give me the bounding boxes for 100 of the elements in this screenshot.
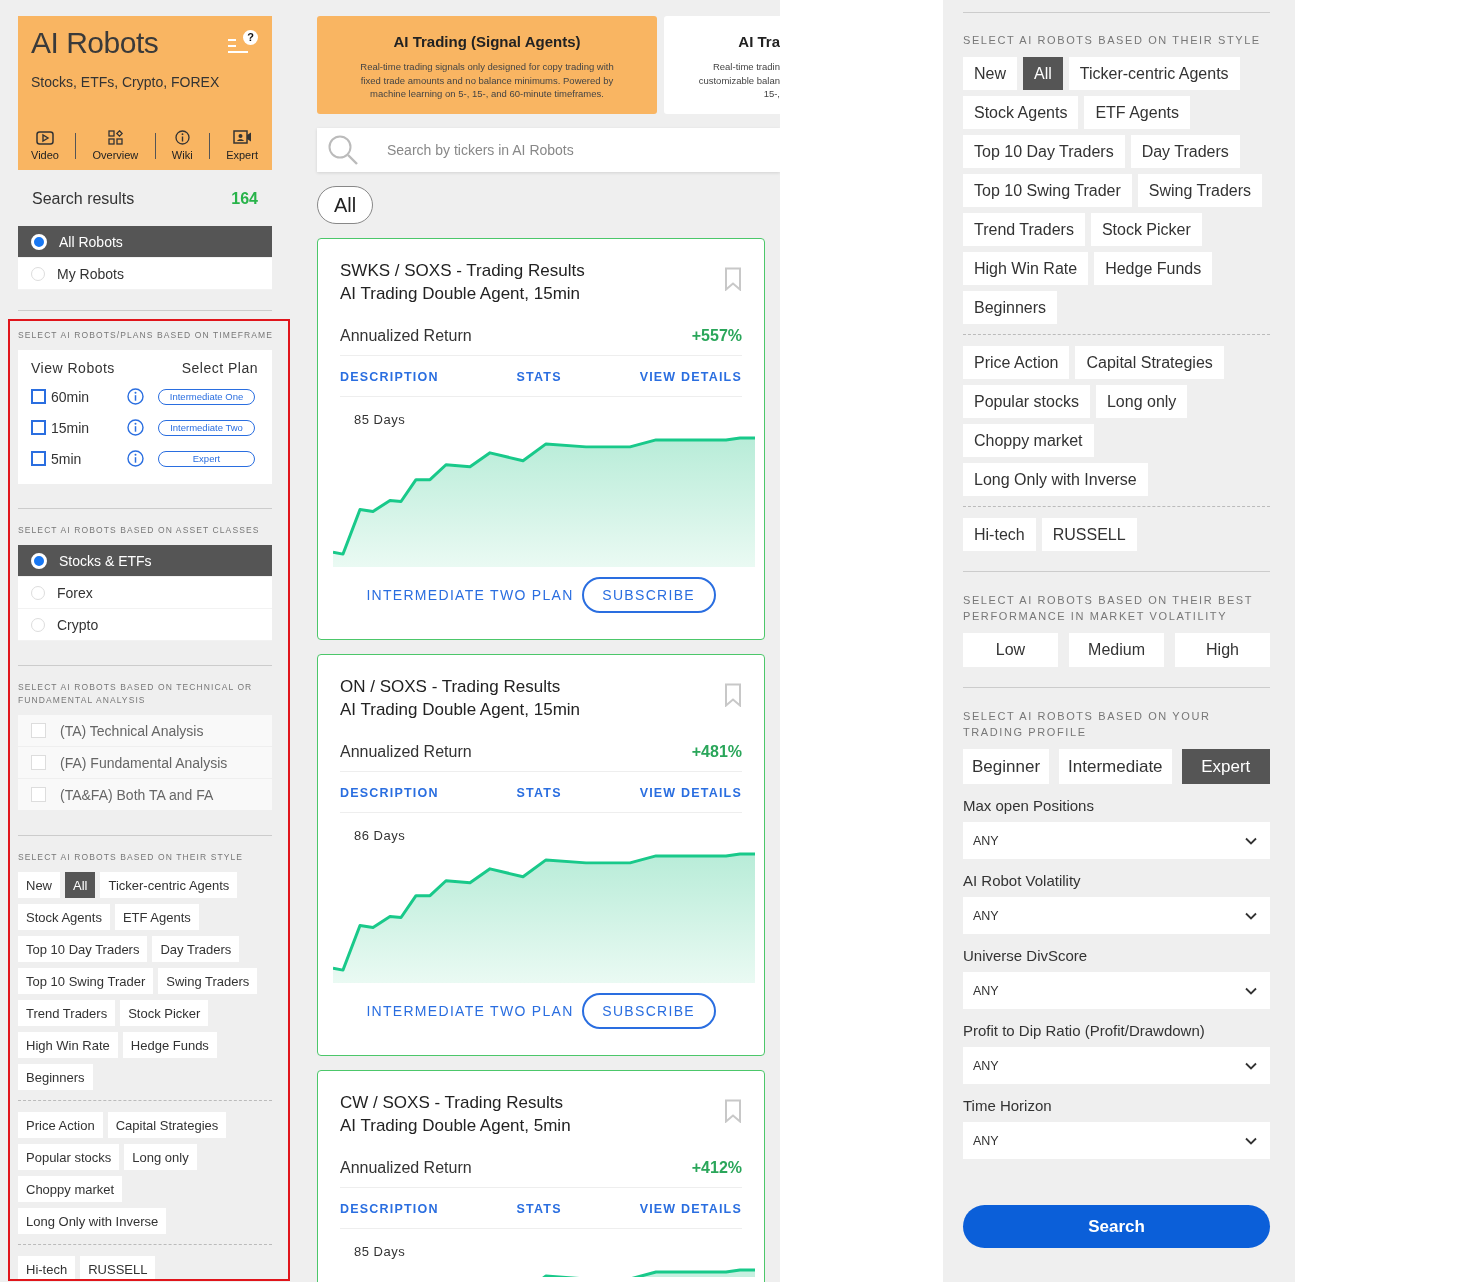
style-chip[interactable]: Swing Traders: [158, 968, 258, 994]
style-chip[interactable]: Day Traders: [1130, 135, 1240, 168]
radio-option[interactable]: Forex: [18, 577, 272, 609]
style-chip[interactable]: ETF Agents: [114, 904, 199, 930]
nav-button[interactable]: Wiki: [171, 130, 193, 161]
search-input[interactable]: Search by tickers in AI Robots: [385, 141, 780, 159]
volatility-option[interactable]: Medium: [1069, 633, 1164, 667]
style-chip[interactable]: Capital Strategies: [1075, 346, 1224, 379]
filter-pill[interactable]: All: [317, 186, 373, 224]
subscribe-button[interactable]: SUBSCRIBE: [581, 577, 716, 613]
style-chip[interactable]: Hedge Funds: [1094, 252, 1213, 285]
field-label: AI Robot Volatility: [963, 872, 1082, 889]
style-chip[interactable]: Long Only with Inverse: [18, 1208, 167, 1234]
radio-option[interactable]: My Robots: [18, 258, 272, 290]
style-chip[interactable]: Day Traders: [152, 936, 240, 962]
style-chip[interactable]: Choppy market: [963, 424, 1094, 457]
volatility-option[interactable]: Low: [963, 633, 1058, 667]
card-tab[interactable]: VIEW DETAILS: [639, 370, 742, 384]
radio-option[interactable]: Crypto: [18, 609, 272, 641]
search-button[interactable]: Search: [963, 1205, 1270, 1248]
dropdown-field[interactable]: ANY: [963, 1122, 1270, 1159]
style-chip[interactable]: Stock Agents: [18, 904, 110, 930]
style-chip[interactable]: Capital Strategies: [107, 1112, 227, 1138]
style-chip[interactable]: Popular stocks: [963, 385, 1090, 418]
style-chip[interactable]: Choppy market: [18, 1176, 123, 1202]
plan-button[interactable]: Intermediate Two: [158, 419, 255, 436]
style-chip[interactable]: Beginners: [963, 291, 1058, 324]
subscribe-button[interactable]: SUBSCRIBE: [581, 993, 716, 1029]
dropdown-field[interactable]: ANY: [963, 897, 1270, 934]
volatility-option[interactable]: High: [1175, 633, 1270, 667]
checkbox[interactable]: [31, 389, 46, 404]
style-chip[interactable]: Top 10 Swing Trader: [18, 968, 154, 994]
style-chip[interactable]: Ticker-centric Agents: [100, 872, 238, 898]
nav-button[interactable]: Overview: [92, 130, 139, 161]
nav-button[interactable]: Video: [31, 130, 59, 161]
radio-option[interactable]: All Robots: [18, 226, 272, 258]
style-chip[interactable]: ETF Agents: [1084, 96, 1190, 129]
style-chip[interactable]: Swing Traders: [1137, 174, 1262, 207]
nav-button[interactable]: Expert: [226, 130, 258, 161]
search-field[interactable]: Search by tickers in AI Robots: [317, 128, 780, 172]
style-chip[interactable]: Price Action: [963, 346, 1070, 379]
card-tab[interactable]: DESCRIPTION: [340, 786, 439, 800]
style-chip[interactable]: Long Only with Inverse: [963, 463, 1148, 496]
style-chip[interactable]: All: [1023, 57, 1063, 90]
radio-option[interactable]: Stocks & ETFs: [18, 545, 272, 577]
card-tab[interactable]: STATS: [516, 786, 562, 800]
style-chip[interactable]: Top 10 Swing Trader: [963, 174, 1132, 207]
dropdown-field[interactable]: ANY: [963, 972, 1270, 1009]
style-chip[interactable]: Stock Picker: [120, 1000, 209, 1026]
column-heading: View Robots: [31, 360, 115, 376]
checkbox[interactable]: [31, 451, 46, 466]
plan-button[interactable]: Intermediate One: [158, 388, 255, 405]
style-chip[interactable]: Stock Agents: [963, 96, 1079, 129]
dropdown-field[interactable]: ANY: [963, 822, 1270, 859]
card-tab[interactable]: DESCRIPTION: [340, 1202, 439, 1216]
style-chip[interactable]: Top 10 Day Traders: [963, 135, 1125, 168]
style-chip[interactable]: All: [65, 872, 96, 898]
info-icon[interactable]: [127, 388, 144, 405]
checkbox-option[interactable]: (TA&FA) Both TA and FA: [18, 779, 272, 811]
card-tab[interactable]: STATS: [516, 1202, 562, 1216]
plan-description: Real-time trading signals only designed for copy trading with: [359, 60, 615, 74]
card-tab[interactable]: DESCRIPTION: [340, 370, 439, 384]
style-chip[interactable]: Price Action: [18, 1112, 103, 1138]
plan-link[interactable]: INTERMEDIATE TWO PLAN: [366, 587, 574, 603]
dropdown-field[interactable]: ANY: [963, 1047, 1270, 1084]
plan-button[interactable]: Expert: [158, 450, 255, 467]
card-tab[interactable]: VIEW DETAILS: [639, 1202, 742, 1216]
style-chip[interactable]: Long only: [124, 1144, 197, 1170]
profile-option[interactable]: Expert: [1181, 749, 1270, 784]
style-chip[interactable]: Stock Picker: [1090, 213, 1202, 246]
style-chip[interactable]: New: [963, 57, 1017, 90]
style-chip[interactable]: Trend Traders: [18, 1000, 116, 1026]
plan-card[interactable]: AI Tra Real-time tradin customizable balan 15-,: [664, 16, 780, 114]
checkbox-option[interactable]: (TA) Technical Analysis: [18, 715, 272, 747]
results-label: Search results: [32, 190, 135, 208]
info-icon[interactable]: [127, 450, 144, 467]
plan-link[interactable]: INTERMEDIATE TWO PLAN: [366, 1003, 574, 1019]
style-chip[interactable]: Popular stocks: [18, 1144, 120, 1170]
style-chip[interactable]: Long only: [1095, 385, 1188, 418]
style-chip[interactable]: New: [18, 872, 60, 898]
style-chip[interactable]: Hi-tech: [963, 518, 1036, 551]
style-chip[interactable]: RUSSELL: [1041, 518, 1137, 551]
style-chip[interactable]: Beginners: [18, 1064, 93, 1090]
style-chip[interactable]: Top 10 Day Traders: [18, 936, 148, 962]
plan-card[interactable]: AI Trading (Signal Agents) Real-time trading signals only designed for copy trading with fixed trade amounts and no balance minimums. Powered by machine learning on 5-, 15-, and 60-minute timeframes.: [317, 16, 657, 114]
help-button[interactable]: ?: [228, 32, 258, 54]
style-chip[interactable]: Ticker-centric Agents: [1068, 57, 1240, 90]
checkbox-option[interactable]: (FA) Fundamental Analysis: [18, 747, 272, 779]
profile-option[interactable]: Intermediate: [1059, 749, 1172, 784]
style-chip[interactable]: High Win Rate: [18, 1032, 118, 1058]
style-chip[interactable]: High Win Rate: [963, 252, 1089, 285]
style-chip[interactable]: Hedge Funds: [122, 1032, 217, 1058]
style-chip[interactable]: Trend Traders: [963, 213, 1085, 246]
info-icon[interactable]: [127, 419, 144, 436]
style-chip[interactable]: RUSSELL: [80, 1256, 156, 1279]
profile-option[interactable]: Beginner: [963, 749, 1050, 784]
card-tab[interactable]: VIEW DETAILS: [639, 786, 742, 800]
checkbox[interactable]: [31, 420, 46, 435]
card-tab[interactable]: STATS: [516, 370, 562, 384]
style-chip[interactable]: Hi-tech: [18, 1256, 76, 1279]
